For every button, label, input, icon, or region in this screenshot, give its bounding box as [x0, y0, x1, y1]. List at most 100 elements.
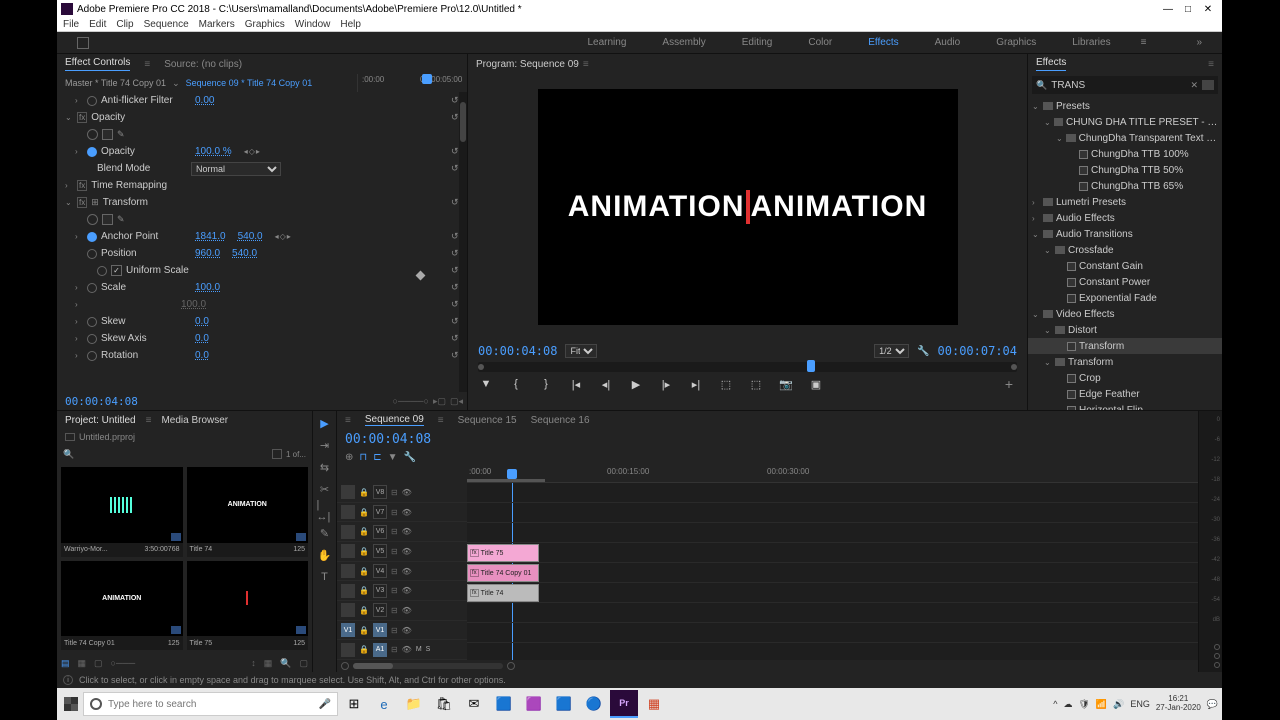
resolution-select[interactable]: 1/2: [874, 344, 909, 358]
program-timecode-current[interactable]: 00:00:04:08: [478, 344, 557, 358]
twirl-icon[interactable]: ⌄: [1044, 118, 1051, 127]
twirl-icon[interactable]: ›: [75, 334, 83, 343]
taskbar-app-store[interactable]: 🛍: [430, 690, 458, 718]
kf-add-icon[interactable]: ◇: [280, 232, 286, 241]
timeline-tab[interactable]: Sequence 16: [531, 415, 590, 426]
mark-in-button[interactable]: {: [508, 376, 524, 392]
zoom-out-icon[interactable]: [341, 662, 349, 670]
timeline-clip[interactable]: fxTitle 75: [467, 544, 539, 562]
scrub-start[interactable]: [478, 364, 484, 370]
value-scale[interactable]: 100.0: [195, 282, 220, 293]
twirl-icon[interactable]: ›: [1032, 198, 1040, 207]
lock-icon[interactable]: 🔒: [359, 645, 369, 654]
twirl-icon[interactable]: ›: [75, 300, 83, 309]
workspace-graphics[interactable]: Graphics: [996, 37, 1036, 48]
track-lane-V2[interactable]: [467, 603, 1198, 623]
snap-icon[interactable]: ⊓: [359, 452, 367, 463]
toggle-output-icon[interactable]: 👁: [402, 527, 412, 536]
effects-folder[interactable]: ⌄Distort: [1028, 322, 1222, 338]
effects-preset[interactable]: Transform: [1028, 338, 1222, 354]
fx-badge[interactable]: fx: [77, 180, 87, 191]
track-target[interactable]: V4: [373, 564, 387, 578]
track-header[interactable]: 🔒V5⊟👁: [337, 542, 467, 562]
twirl-icon[interactable]: ›: [75, 96, 83, 105]
hand-tool[interactable]: ✋: [317, 547, 333, 563]
effects-folder[interactable]: ›Audio Effects: [1028, 210, 1222, 226]
solo-button[interactable]: S: [426, 646, 431, 653]
track-lane-V8[interactable]: [467, 483, 1198, 503]
stopwatch-icon[interactable]: [97, 266, 107, 276]
taskbar-app-premiere[interactable]: Pr: [610, 690, 638, 718]
menu-markers[interactable]: Markers: [199, 19, 235, 30]
timeline-clip[interactable]: fxTitle 74: [467, 584, 539, 602]
twirl-icon[interactable]: ⌄: [1032, 102, 1040, 111]
fx-badge[interactable]: fx: [77, 197, 87, 208]
track-header[interactable]: V1🔒V1⊟👁: [337, 621, 467, 641]
taskbar-app[interactable]: 🟪: [520, 690, 548, 718]
effects-folder[interactable]: ⌄CHUNG DHA TITLE PRESET - Chung: [1028, 114, 1222, 130]
twirl-icon[interactable]: ›: [75, 232, 83, 241]
effects-folder[interactable]: ⌄Transform: [1028, 354, 1222, 370]
scrub-playhead[interactable]: [807, 360, 815, 372]
stopwatch-icon[interactable]: [87, 96, 97, 106]
effects-folder[interactable]: ⌄ChungDha Transparent Text Box -: [1028, 130, 1222, 146]
workspace-learning[interactable]: Learning: [587, 37, 626, 48]
sync-lock-icon[interactable]: ⊟: [391, 606, 398, 615]
type-tool[interactable]: T: [317, 569, 333, 585]
tab-media-browser[interactable]: Media Browser: [161, 415, 228, 426]
workspace-audio[interactable]: Audio: [935, 37, 961, 48]
twirl-icon[interactable]: ⌄: [1044, 326, 1052, 335]
lock-icon[interactable]: 🔒: [359, 606, 369, 615]
source-patch[interactable]: [341, 603, 355, 617]
track-header[interactable]: 🔒V4⊟👁: [337, 562, 467, 582]
effects-folder[interactable]: ›Lumetri Presets: [1028, 194, 1222, 210]
workspace-assembly[interactable]: Assembly: [662, 37, 705, 48]
stopwatch-icon[interactable]: [87, 317, 97, 327]
source-patch[interactable]: [341, 643, 355, 657]
track-target[interactable]: A1: [373, 643, 387, 657]
ec-playhead[interactable]: [422, 74, 432, 84]
stopwatch-icon[interactable]: [87, 334, 97, 344]
track-header[interactable]: 🔒V2⊟👁: [337, 601, 467, 621]
ec-sequence-clip[interactable]: Sequence 09 * Title 74 Copy 01: [186, 78, 313, 88]
taskbar-app-chrome[interactable]: 🔵: [580, 690, 608, 718]
value-skew-axis[interactable]: 0.0: [195, 333, 209, 344]
source-patch[interactable]: V1: [341, 623, 355, 637]
tray-onedrive-icon[interactable]: ☁: [1063, 699, 1072, 710]
menu-graphics[interactable]: Graphics: [245, 19, 285, 30]
work-area-bar[interactable]: [467, 479, 545, 482]
value-opacity[interactable]: 100.0 %: [195, 146, 232, 157]
effects-preset[interactable]: Constant Power: [1028, 274, 1222, 290]
track-target[interactable]: V2: [373, 603, 387, 617]
wrench-icon[interactable]: 🔧: [917, 346, 929, 357]
chevron-down-icon[interactable]: ⌄: [172, 78, 180, 89]
workspace-libraries[interactable]: Libraries: [1072, 37, 1110, 48]
value-anti-flicker[interactable]: 0.00: [195, 95, 214, 106]
tray-security-icon[interactable]: 🛡: [1078, 699, 1089, 710]
markers-icon[interactable]: ▼: [388, 452, 398, 463]
twirl-icon[interactable]: ⌄: [1044, 358, 1052, 367]
kf-prev-icon[interactable]: ◂: [275, 232, 279, 241]
menu-help[interactable]: Help: [340, 19, 361, 30]
blend-mode-select[interactable]: Normal: [191, 162, 281, 176]
track-lane-V7[interactable]: [467, 503, 1198, 523]
scrub-end[interactable]: [1011, 364, 1017, 370]
ec-mini-timeline[interactable]: :00:00 00:00:05:00: [357, 74, 467, 92]
home-icon[interactable]: [77, 37, 89, 49]
tab-effect-controls[interactable]: Effect Controls: [65, 57, 130, 71]
track-header[interactable]: 🔒V3⊟👁: [337, 581, 467, 601]
tray-overflow-icon[interactable]: ^: [1053, 699, 1057, 709]
menu-file[interactable]: File: [63, 19, 79, 30]
taskbar-app-edge[interactable]: e: [370, 690, 398, 718]
kf-prev-icon[interactable]: ◂: [244, 147, 248, 156]
toggle-output-icon[interactable]: 👁: [402, 488, 412, 497]
ripple-edit-tool[interactable]: ⇆: [317, 459, 333, 475]
workspace-menu-icon[interactable]: ≡: [1141, 37, 1147, 48]
task-view-button[interactable]: ⊞: [340, 690, 368, 718]
menu-clip[interactable]: Clip: [116, 19, 133, 30]
project-item[interactable]: ANIMATIONTitle 74 Copy 01125: [61, 561, 183, 651]
mask-rect-icon[interactable]: [102, 129, 113, 140]
tab-effects[interactable]: Effects: [1036, 57, 1066, 71]
twirl-icon[interactable]: ›: [65, 181, 73, 190]
tray-language[interactable]: ENG: [1130, 699, 1150, 709]
